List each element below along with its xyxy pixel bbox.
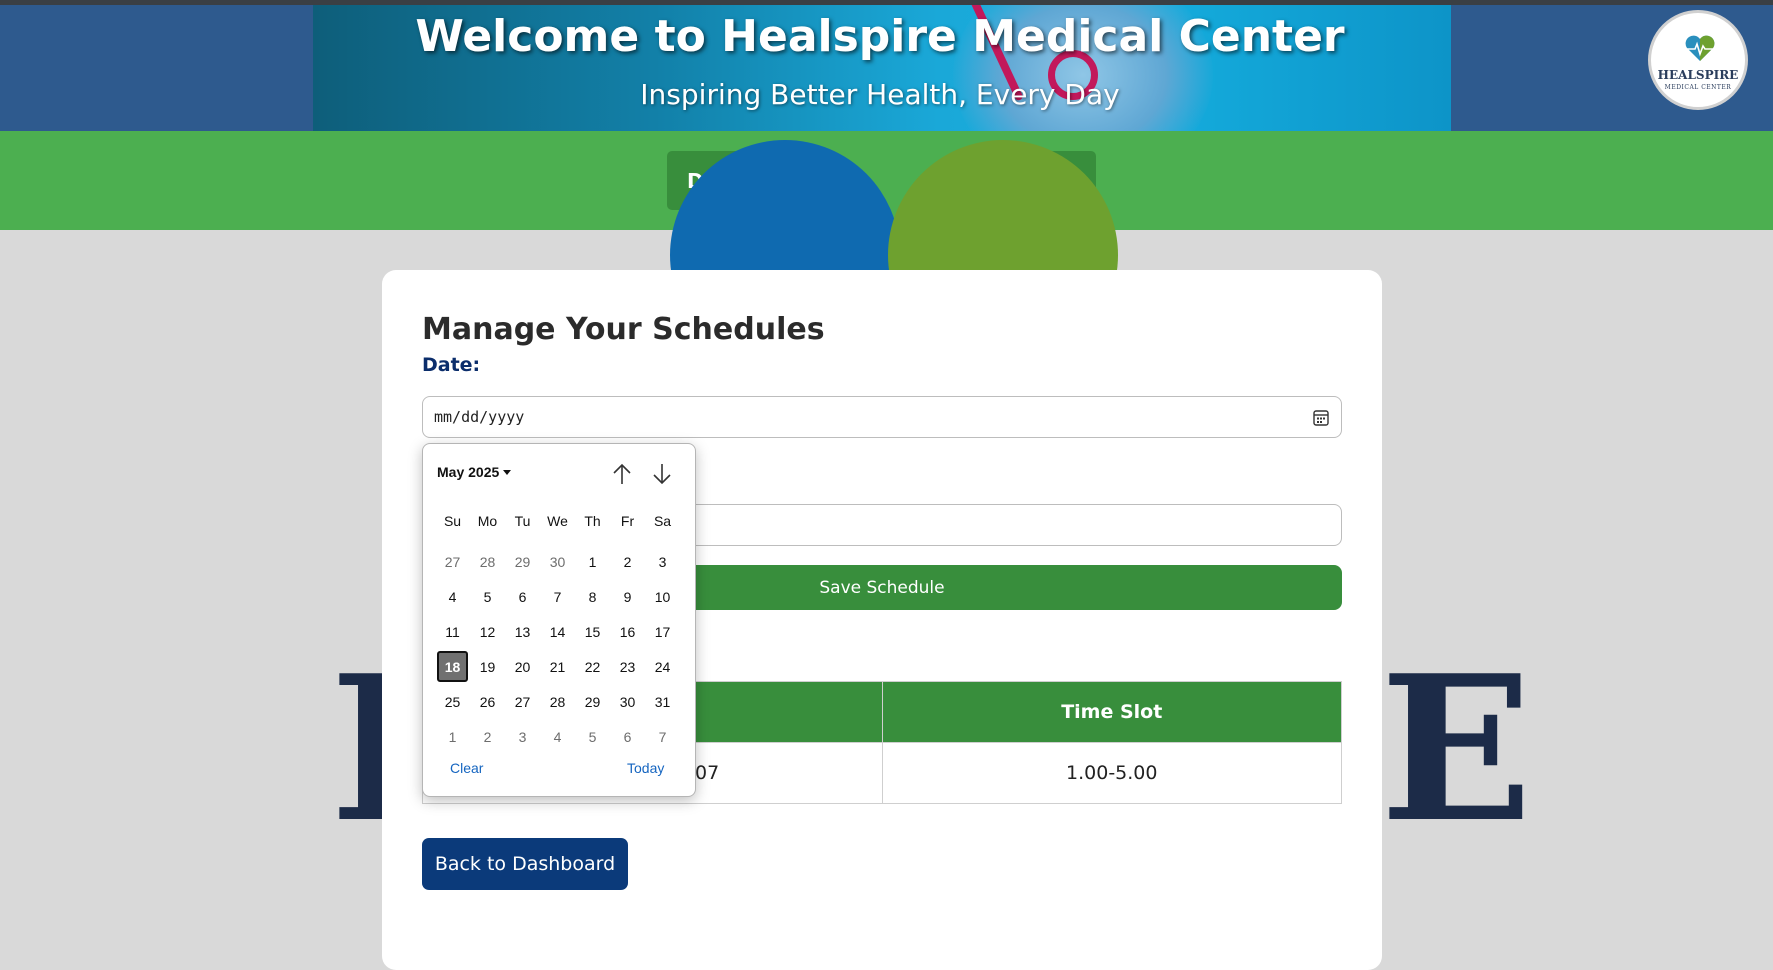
weekday-label: Mo	[477, 513, 498, 529]
calendar-grid: Su Mo Tu We Th Fr Sa 27 28 29 30 1 2 3 4…	[435, 510, 683, 754]
logo-name: HEALSPIRE	[1657, 68, 1739, 82]
back-to-dashboard-button[interactable]: Back to Dashboard	[422, 838, 628, 890]
calendar-week-row: 11 12 13 14 15 16 17	[435, 614, 683, 649]
calendar-day-selected[interactable]: 18	[437, 651, 468, 682]
calendar-day[interactable]: 7	[540, 579, 575, 614]
clear-date-link[interactable]: Clear	[450, 760, 483, 776]
heart-pulse-icon	[1685, 35, 1715, 61]
calendar-day[interactable]: 5	[575, 719, 610, 754]
weekday-row: Su Mo Tu We Th Fr Sa	[435, 510, 683, 532]
table-cell-time-slot: 1.00-5.00	[881, 742, 1342, 804]
month-year-label: May 2025	[437, 464, 500, 480]
weekday-label: Th	[584, 513, 601, 529]
calendar-day[interactable]: 6	[505, 579, 540, 614]
calendar-day[interactable]: 4	[540, 719, 575, 754]
site-subtitle: Inspiring Better Health, Every Day	[640, 78, 1120, 111]
calendar-day[interactable]: 28	[470, 544, 505, 579]
calendar-day[interactable]: 4	[435, 579, 470, 614]
calendar-day[interactable]: 22	[575, 649, 610, 684]
site-header: Welcome to Healspire Medical Center Insp…	[0, 5, 1773, 131]
calendar-week-row: 25 26 27 28 29 30 31	[435, 684, 683, 719]
calendar-day[interactable]: 20	[505, 649, 540, 684]
calendar-day[interactable]: 21	[540, 649, 575, 684]
date-label: Date:	[422, 354, 481, 376]
calendar-day[interactable]: 24	[645, 649, 680, 684]
calendar-day[interactable]: 8	[575, 579, 610, 614]
calendar-day[interactable]: 26	[470, 684, 505, 719]
calendar-day[interactable]: 1	[575, 544, 610, 579]
site-title: Welcome to Healspire Medical Center	[415, 11, 1345, 62]
calendar-day[interactable]: 2	[470, 719, 505, 754]
weekday-label: Sa	[653, 513, 672, 529]
table-header-time-slot: Time Slot	[881, 681, 1342, 743]
calendar-day[interactable]: 27	[435, 544, 470, 579]
calendar-day[interactable]: 10	[645, 579, 680, 614]
calendar-day[interactable]: 1	[435, 719, 470, 754]
calendar-day[interactable]: 28	[540, 684, 575, 719]
arrow-down-icon[interactable]	[651, 462, 673, 486]
calendar-day[interactable]: 3	[505, 719, 540, 754]
calendar-day[interactable]: 16	[610, 614, 645, 649]
calendar-week-row: 1 2 3 4 5 6 7	[435, 719, 683, 754]
calendar-day[interactable]: 7	[645, 719, 680, 754]
background-logo-letter: E	[1380, 632, 1533, 867]
calendar-day[interactable]: 29	[575, 684, 610, 719]
calendar-day[interactable]: 2	[610, 544, 645, 579]
calendar-day[interactable]: 14	[540, 614, 575, 649]
weekday-label: Fr	[620, 513, 635, 529]
calendar-day[interactable]: 25	[435, 684, 470, 719]
calendar-week-row: 18 19 20 21 22 23 24	[435, 649, 683, 684]
weekday-label: Tu	[514, 513, 531, 529]
calendar-day[interactable]: 6	[610, 719, 645, 754]
calendar-day[interactable]: 3	[645, 544, 680, 579]
calendar-day[interactable]: 23	[610, 649, 645, 684]
date-field-value: mm/dd/yyyy	[434, 408, 525, 426]
date-picker-popup: May 2025 Su Mo Tu We Th Fr Sa 27 28 29 3…	[422, 443, 696, 797]
calendar-day[interactable]: 13	[505, 614, 540, 649]
calendar-day[interactable]: 15	[575, 614, 610, 649]
weekday-label: Su	[443, 513, 462, 529]
healspire-logo: HEALSPIRE MEDICAL CENTER	[1648, 10, 1748, 110]
calendar-day[interactable]: 19	[470, 649, 505, 684]
today-link[interactable]: Today	[627, 760, 664, 776]
calendar-icon[interactable]	[1313, 409, 1329, 426]
calendar-day[interactable]: 30	[610, 684, 645, 719]
caret-down-icon	[503, 469, 512, 475]
weekday-label: We	[547, 513, 568, 529]
calendar-day[interactable]: 17	[645, 614, 680, 649]
calendar-day[interactable]: 11	[435, 614, 470, 649]
calendar-day[interactable]: 31	[645, 684, 680, 719]
calendar-day[interactable]: 29	[505, 544, 540, 579]
month-year-selector[interactable]: May 2025	[437, 464, 512, 480]
calendar-day[interactable]: 12	[470, 614, 505, 649]
calendar-day[interactable]: 27	[505, 684, 540, 719]
date-field[interactable]: mm/dd/yyyy	[422, 396, 1342, 438]
calendar-week-row: 4 5 6 7 8 9 10	[435, 579, 683, 614]
logo-subtitle: MEDICAL CENTER	[1664, 84, 1732, 91]
calendar-day[interactable]: 5	[470, 579, 505, 614]
calendar-week-row: 27 28 29 30 1 2 3	[435, 544, 683, 579]
page-title: Manage Your Schedules	[422, 312, 825, 347]
arrow-up-icon[interactable]	[611, 462, 633, 486]
calendar-day[interactable]: 9	[610, 579, 645, 614]
calendar-day[interactable]: 30	[540, 544, 575, 579]
